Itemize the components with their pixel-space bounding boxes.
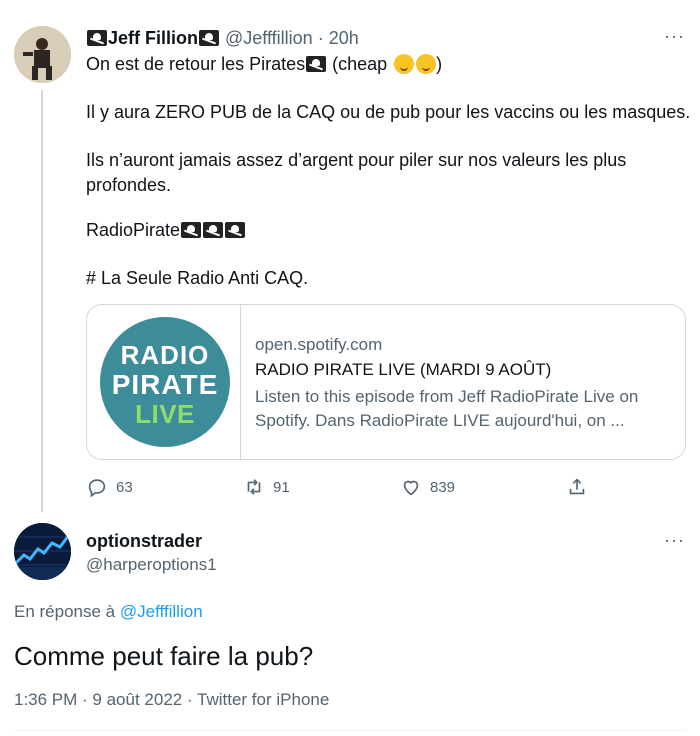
link-card[interactable]: RADIO PIRATE LIVE open.spotify.com RADIO… (86, 304, 686, 460)
thinking-emoji-icon (394, 54, 415, 74)
tweet-text: (cheap (327, 54, 393, 74)
reply-author-handle[interactable]: @harperoptions1 (86, 555, 217, 575)
tweet-text-line-4: profondes. (86, 175, 172, 195)
radio-pirate-logo: RADIO PIRATE LIVE (100, 317, 230, 447)
author-handle[interactable]: @Jefffillion (225, 28, 313, 48)
share-button[interactable] (566, 476, 588, 498)
like-icon (403, 480, 419, 496)
divider (14, 730, 686, 731)
pirate-flag-icon (306, 56, 327, 72)
tweet-text-line-3: Ils n’auront jamais assez d’argent pour … (86, 150, 627, 170)
laughing-emoji-icon (416, 54, 437, 74)
reply-icon (88, 479, 106, 498)
more-options-icon[interactable]: ··· (664, 530, 685, 551)
chart-avatar-image (14, 523, 71, 580)
card-title: RADIO PIRATE LIVE (MARDI 9 AOÛT) (255, 360, 552, 379)
more-options-icon[interactable]: ··· (664, 26, 685, 47)
avatar-image (14, 26, 71, 83)
logo-text-live: LIVE (135, 399, 195, 429)
reply-text: Comme peut faire la pub? (14, 641, 314, 671)
retweet-icon (247, 479, 261, 495)
tweet-text-line-6: # La Seule Radio Anti CAQ. (86, 268, 309, 288)
author-name[interactable]: Jeff Fillion (108, 28, 198, 48)
like-button[interactable]: 839 (400, 476, 455, 498)
tweet-meta[interactable]: 1:36 PM · 9 août 2022 · Twitter for iPho… (14, 690, 329, 710)
logo-text-radio: RADIO (120, 340, 210, 370)
pirate-flag-icon (225, 222, 246, 238)
like-count: 839 (430, 478, 456, 496)
card-thumbnail: RADIO PIRATE LIVE (87, 305, 241, 459)
card-domain: open.spotify.com (255, 335, 383, 354)
tweet-time[interactable]: 20h (329, 28, 359, 48)
reply-context: En réponse à @Jefffillion (14, 602, 203, 622)
card-description: Listen to this episode from Jeff RadioPi… (255, 387, 639, 430)
tweet-text-line-2: Il y aura ZERO PUB de la CAQ ou de pub p… (86, 102, 691, 122)
separator-dot: · (317, 28, 324, 48)
tweet-text: RadioPirate (86, 220, 181, 240)
pirate-flag-icon (87, 30, 107, 46)
avatar[interactable] (14, 523, 71, 580)
retweet-count: 91 (273, 478, 290, 496)
tweet-text-line-1: On est de retour les Pirates (cheap ) (86, 54, 442, 75)
pirate-flag-icon (203, 222, 224, 238)
thread-line (41, 90, 43, 512)
pirate-flag-icon (199, 30, 219, 46)
retweet-button[interactable]: 91 (243, 476, 290, 498)
share-icon (569, 478, 585, 495)
reply-prefix: En réponse à (14, 602, 120, 621)
tweet-text-line-5: RadioPirate (86, 220, 246, 241)
pirate-flag-icon (181, 222, 202, 238)
tweet-text: On est de retour les Pirates (86, 54, 306, 74)
avatar[interactable] (14, 26, 71, 83)
logo-text-pirate: PIRATE (111, 369, 219, 400)
reply-count: 63 (116, 478, 133, 496)
reply-to-link[interactable]: @Jefffillion (120, 602, 203, 621)
reply-author-name[interactable]: optionstrader (86, 531, 202, 552)
tweet-text: ) (436, 54, 443, 74)
tweet-header: Jeff Fillion @Jefffillion · 20h (86, 28, 359, 49)
reply-button[interactable]: 63 (86, 476, 133, 498)
